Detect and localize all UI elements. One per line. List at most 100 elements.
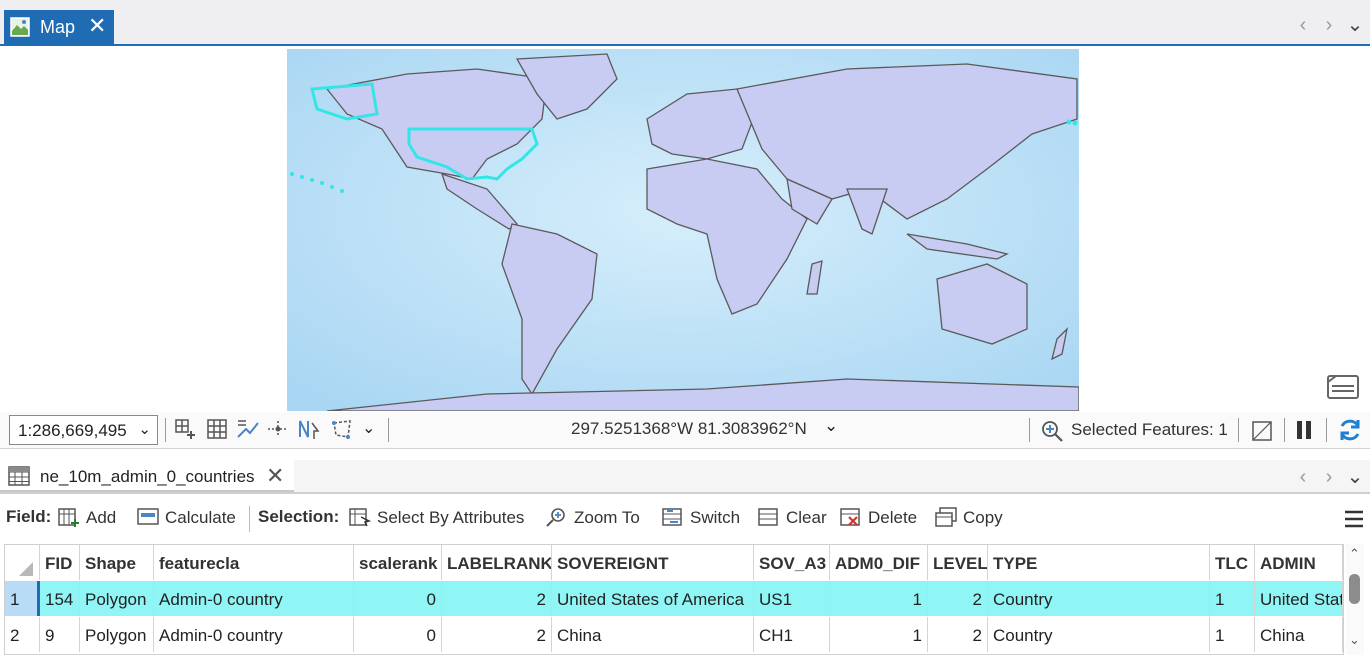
cell-featurecla[interactable]: Admin-0 country — [154, 581, 354, 616]
chevron-right-icon[interactable]: › — [1316, 466, 1342, 489]
chevron-down-icon[interactable]: ⌄ — [1342, 12, 1368, 37]
field-label: Field: — [6, 507, 52, 526]
switch-button[interactable]: Switch — [662, 507, 740, 528]
column-header-sovereignt[interactable]: SOVEREIGNT — [552, 545, 754, 580]
attribute-table[interactable]: FID Shape featurecla scalerank LABELRANK… — [4, 544, 1344, 655]
column-header-adm0-dif[interactable]: ADM0_DIF — [830, 545, 928, 580]
delete-icon — [840, 508, 860, 526]
topology-icon[interactable] — [330, 417, 354, 441]
select-all-corner[interactable] — [5, 545, 40, 580]
column-header-tlc[interactable]: TLC — [1210, 545, 1255, 580]
cell-labelrank[interactable]: 2 — [442, 581, 552, 616]
delete-label: Delete — [868, 508, 918, 527]
column-header-type[interactable]: TYPE — [988, 545, 1210, 580]
cell-tlc[interactable]: 1 — [1210, 617, 1255, 652]
cell-type[interactable]: Country — [988, 581, 1210, 616]
selected-features-count[interactable]: Selected Features: 1 — [1071, 420, 1228, 440]
map-view[interactable] — [0, 46, 1370, 412]
hamburger-menu-icon[interactable] — [1344, 509, 1364, 529]
refresh-icon[interactable] — [1336, 416, 1364, 444]
divider — [249, 506, 250, 532]
column-header-scalerank[interactable]: scalerank — [354, 545, 442, 580]
add-field-label: Add — [86, 508, 117, 527]
column-header-sov-a3[interactable]: SOV_A3 — [754, 545, 830, 580]
column-header-featurecla[interactable]: featurecla — [154, 545, 354, 580]
switch-label: Switch — [690, 508, 741, 527]
clear-label: Clear — [786, 508, 827, 527]
constraint-icon[interactable] — [266, 417, 290, 441]
cell-shape[interactable]: Polygon — [80, 617, 154, 652]
cell-tlc[interactable]: 1 — [1210, 581, 1255, 616]
column-header-admin[interactable]: ADMIN — [1255, 545, 1343, 580]
cell-adm0-dif[interactable]: 1 — [830, 581, 928, 616]
grid-icon[interactable] — [205, 417, 229, 441]
cell-fid[interactable]: 154 — [40, 581, 80, 616]
map-status-bar: 1:286,669,495 ⌄ ⌄ 297.5251368°W 81.30839… — [0, 412, 1370, 449]
cell-labelrank[interactable]: 2 — [442, 617, 552, 652]
chevron-right-icon[interactable]: › — [1316, 14, 1342, 37]
row-number[interactable]: 2 — [5, 617, 40, 652]
scroll-up-icon[interactable]: ⌃ — [1349, 546, 1360, 562]
column-header-shape[interactable]: Shape — [80, 545, 154, 580]
pause-icon[interactable] — [1292, 418, 1316, 442]
column-header-labelrank[interactable]: LABELRANK — [442, 545, 552, 580]
close-icon[interactable]: ✕ — [88, 13, 106, 39]
scrollbar-thumb[interactable] — [1349, 574, 1360, 604]
snapping-icon[interactable] — [236, 417, 260, 441]
table-row[interactable]: 1 154 Polygon Admin-0 country 0 2 United… — [5, 581, 1343, 616]
cell-featurecla[interactable]: Admin-0 country — [154, 617, 354, 652]
cell-scalerank[interactable]: 0 — [354, 617, 442, 652]
copy-button[interactable]: Copy — [935, 507, 1003, 528]
row-number[interactable]: 1 — [5, 581, 40, 616]
cell-level[interactable]: 2 — [928, 581, 988, 616]
cell-shape[interactable]: Polygon — [80, 581, 154, 616]
clear-button[interactable]: Clear — [758, 507, 827, 528]
column-header-fid[interactable]: FID — [40, 545, 80, 580]
map-overview-icon[interactable] — [1326, 372, 1360, 400]
cell-sov-a3[interactable]: US1 — [754, 581, 830, 616]
cell-adm0-dif[interactable]: 1 — [830, 617, 928, 652]
calculate-button[interactable]: Calculate — [137, 507, 236, 528]
close-icon[interactable]: ✕ — [266, 463, 284, 489]
zoom-selected-icon[interactable] — [1040, 419, 1064, 443]
divider — [388, 418, 389, 442]
table-vertical-scrollbar[interactable]: ⌃ ⌄ — [1346, 544, 1364, 655]
scroll-down-icon[interactable]: ⌄ — [1349, 632, 1360, 648]
chevron-down-icon[interactable]: ⌄ — [362, 418, 375, 438]
grid-add-icon[interactable] — [173, 417, 197, 441]
cell-fid[interactable]: 9 — [40, 617, 80, 652]
map-icon — [10, 17, 30, 37]
north-arrow-icon[interactable] — [298, 417, 322, 441]
divider — [165, 418, 166, 442]
chevron-down-icon[interactable]: ⌄ — [1342, 464, 1368, 489]
chevron-left-icon[interactable]: ‹ — [1290, 466, 1316, 489]
column-header-level[interactable]: LEVEL — [928, 545, 988, 580]
table-row[interactable]: 2 9 Polygon Admin-0 country 0 2 China CH… — [5, 617, 1343, 652]
cell-admin[interactable]: China — [1255, 617, 1343, 652]
zoom-to-icon — [546, 508, 565, 527]
map-frame-icon[interactable] — [1250, 419, 1274, 443]
delete-button[interactable]: Delete — [840, 507, 917, 528]
divider — [1284, 418, 1285, 442]
cell-sov-a3[interactable]: CH1 — [754, 617, 830, 652]
tab-attribute-table[interactable]: ne_10m_admin_0_countries ✕ — [0, 460, 294, 492]
switch-icon — [662, 508, 682, 526]
chevron-down-icon[interactable]: ⌄ — [824, 416, 838, 436]
scale-dropdown[interactable]: 1:286,669,495 ⌄ — [9, 415, 158, 445]
cell-sovereignt[interactable]: United States of America — [552, 581, 754, 616]
cell-type[interactable]: Country — [988, 617, 1210, 652]
cell-admin[interactable]: United States of America — [1255, 581, 1343, 616]
cell-scalerank[interactable]: 0 — [354, 581, 442, 616]
copy-label: Copy — [963, 508, 1003, 527]
chevron-left-icon[interactable]: ‹ — [1290, 14, 1316, 37]
select-by-attributes-button[interactable]: Select By Attributes — [349, 507, 524, 528]
calculator-icon — [137, 508, 159, 525]
cell-level[interactable]: 2 — [928, 617, 988, 652]
world-map[interactable] — [287, 49, 1079, 411]
add-field-button[interactable]: Add — [58, 507, 116, 528]
zoom-to-button[interactable]: Zoom To — [546, 507, 640, 528]
cell-sovereignt[interactable]: China — [552, 617, 754, 652]
tab-map[interactable]: Map ✕ — [4, 10, 114, 44]
tab-table-label: ne_10m_admin_0_countries — [40, 467, 255, 486]
divider — [1326, 418, 1327, 442]
